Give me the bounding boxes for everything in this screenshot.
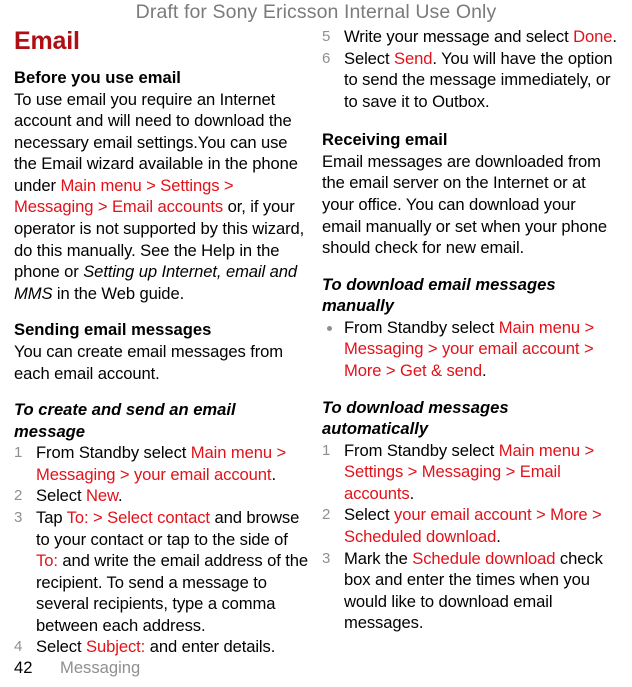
step-text: Select <box>344 48 395 68</box>
page-title: Email <box>14 27 80 55</box>
procedure-heading-download-manually: To download email messages manually <box>322 274 556 316</box>
step-text: . <box>271 464 276 484</box>
bullet-dot-icon <box>327 325 332 331</box>
ui-reference: Send <box>394 48 433 68</box>
step-number: 6 <box>322 49 331 67</box>
section-heading-before-you-use-email: Before you use email <box>14 68 181 87</box>
step-text: Select <box>36 486 87 506</box>
intro-text-part-3: in the Web guide. <box>52 283 185 303</box>
step-text: Select <box>344 505 395 525</box>
ui-reference: To: > Select contact <box>66 507 210 527</box>
step-number: 2 <box>322 506 331 524</box>
procedure-step: 1 From Standby select Main menu > Messagi… <box>14 442 310 485</box>
step-text: . <box>118 486 123 506</box>
procedure-step: 2 Select your email account > More > Sche… <box>322 504 618 547</box>
step-text: Select <box>36 637 87 657</box>
procedure-steps-continued: 5 Write your message and select Done. 6 Sel… <box>322 26 618 112</box>
procedure-step: 2 Select New. <box>14 485 310 507</box>
draft-notice-header: Draft for Sony Ericsson Internal Use Onl… <box>135 1 497 23</box>
step-text: Tap <box>36 507 67 527</box>
procedure-step: 6 Select Send. You will have the option t… <box>322 48 618 113</box>
step-text: From Standby select <box>36 443 191 463</box>
procedure-heading-create-and-send: To create and send an email message <box>14 400 236 441</box>
footer-section-name: Messaging <box>60 658 141 677</box>
procedure-step: 1 From Standby select Main menu > Setting… <box>322 440 618 505</box>
section-heading-sending-email-messages: Sending email messages <box>14 320 212 340</box>
step-text: and enter details. <box>145 637 276 657</box>
section-heading-receiving-email: Receiving email <box>322 130 448 150</box>
manual-page: Draft for Sony Ericsson Internal Use Onl… <box>0 0 632 687</box>
step-number: 5 <box>322 28 331 45</box>
procedure-step: 3 Mark the Schedule download check box an… <box>322 548 618 634</box>
step-text: and write the email address of the recip… <box>36 551 308 635</box>
procedure-step: 3 Tap To: > Select contact and browse to … <box>14 507 310 637</box>
step-text: . <box>496 527 501 546</box>
step-number: 4 <box>14 638 23 656</box>
procedure-step: 5 Write your message and select Done. <box>322 26 618 48</box>
footer-page-number: 42 <box>14 658 33 677</box>
step-number: 3 <box>14 508 23 526</box>
step-number: 2 <box>14 487 23 505</box>
ui-reference: Done <box>573 27 613 46</box>
step-text: From Standby select <box>344 317 499 337</box>
step-number: 3 <box>322 549 331 567</box>
right-column: 5 Write your message and select Done. 6 Sel… <box>322 26 618 634</box>
ui-reference: To: <box>36 551 58 571</box>
intro-paragraph: To use email you require an Internet acc… <box>14 89 310 305</box>
step-text: From Standby select <box>344 440 499 460</box>
left-column: Email Before you use email To use email … <box>14 26 310 658</box>
step-number: 1 <box>14 444 23 462</box>
step-text: . <box>612 27 617 46</box>
receiving-email-paragraph: Email messages are downloaded from the e… <box>322 151 608 258</box>
sending-email-paragraph: You can create email messages from each … <box>14 341 283 383</box>
ui-reference: Subject: <box>86 637 146 657</box>
procedure-steps-download-automatically: 1 From Standby select Main menu > Setting… <box>322 440 618 634</box>
step-text: . <box>482 361 487 381</box>
step-text: . <box>409 483 415 503</box>
ui-reference: New <box>86 486 119 506</box>
procedure-step: 4 Select Subject: and enter details. <box>14 636 310 658</box>
procedure-bullets-download-manually: From Standby select Main menu > Messagin… <box>322 317 618 382</box>
page-footer: 42 Messaging <box>14 657 414 679</box>
procedure-steps-create-and-send: 1 From Standby select Main menu > Messagi… <box>14 442 310 658</box>
procedure-bullet: From Standby select Main menu > Messagin… <box>322 317 618 382</box>
step-number: 1 <box>322 441 331 459</box>
ui-reference: Schedule download <box>412 548 556 568</box>
step-text: Write your message and select <box>344 27 574 46</box>
procedure-heading-download-automatically: To download messages automatically <box>322 397 509 439</box>
step-text: Mark the <box>344 548 413 568</box>
